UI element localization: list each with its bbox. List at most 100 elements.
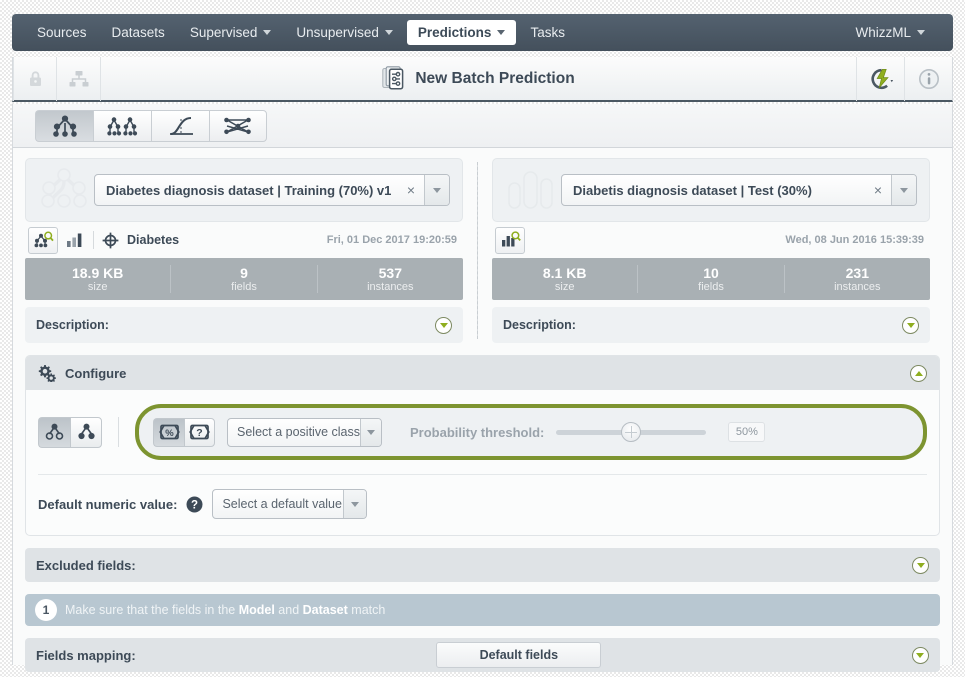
- model-description-label: Description:: [36, 318, 109, 332]
- excluded-fields-row[interactable]: Excluded fields:: [25, 548, 940, 582]
- stat-value: 231: [845, 264, 869, 281]
- notice-middle: and: [274, 603, 303, 617]
- dataset-preview-button[interactable]: [495, 226, 525, 254]
- dataset-select-row: Diabetis diagnosis dataset | Test (30%) …: [492, 158, 930, 222]
- clear-dataset-icon[interactable]: ×: [865, 175, 891, 205]
- chevron-down-icon: [351, 501, 360, 507]
- dataset-dropdown-arrow[interactable]: [891, 175, 916, 205]
- probability-threshold-value: 50%: [728, 422, 766, 442]
- tab-logistic-regression[interactable]: [151, 109, 209, 142]
- model-panel: Diabetes diagnosis dataset | Training (7…: [25, 158, 463, 343]
- dataset-selected-name: Diabetis diagnosis dataset | Test (30%): [573, 182, 812, 198]
- chevron-down-icon: [900, 187, 908, 193]
- nav-item-predictions[interactable]: Predictions: [406, 20, 517, 45]
- nav-item-sources[interactable]: Sources: [26, 20, 98, 45]
- positive-class-select[interactable]: Select a positive class: [227, 417, 382, 447]
- panel-divider: [477, 162, 478, 339]
- clear-model-icon[interactable]: ×: [398, 175, 424, 205]
- default-numeric-value-label: Default numeric value:: [38, 496, 178, 512]
- confidence-toggle[interactable]: ?: [184, 417, 215, 447]
- dataset-description-label: Description:: [503, 318, 576, 332]
- probability-toggle[interactable]: %: [153, 417, 184, 447]
- tab-model[interactable]: [35, 109, 93, 142]
- chevron-down-icon: [916, 652, 925, 658]
- expand-excluded-fields-toggle[interactable]: [912, 556, 929, 574]
- default-value-dropdown-arrow[interactable]: [343, 490, 367, 518]
- model-type-tabs: [12, 104, 953, 148]
- nav-label: Sources: [37, 25, 87, 40]
- tab-ensemble[interactable]: [93, 109, 151, 142]
- share-button[interactable]: [57, 56, 101, 101]
- app-root: Sources Datasets Supervised Unsupervised…: [0, 0, 965, 677]
- dataset-description-row[interactable]: Description:: [492, 307, 930, 343]
- chevron-down-icon: [384, 30, 393, 35]
- svg-text:?: ?: [191, 499, 198, 511]
- collapse-configure-toggle[interactable]: [910, 364, 927, 382]
- stat-value: 9: [240, 264, 248, 281]
- stat-label: instances: [834, 280, 881, 293]
- notice-suffix: match: [347, 603, 386, 617]
- single-prediction-toggle[interactable]: [38, 416, 70, 448]
- gears-icon: [38, 365, 56, 382]
- single-node-icon: [45, 423, 64, 440]
- tab-deepnet[interactable]: [209, 109, 267, 142]
- question-brace-icon: ?: [189, 424, 210, 440]
- dataset-stats-bar: 8.1 KB size 10 fields 231 instances: [492, 258, 930, 300]
- metric-toggle-group: % ?: [153, 417, 215, 447]
- nav-item-whizzml[interactable]: WhizzML: [844, 20, 936, 45]
- model-description-row[interactable]: Description:: [25, 307, 463, 343]
- nav-label: Predictions: [417, 25, 492, 40]
- page-title: New Batch Prediction: [415, 69, 575, 87]
- slider-knob[interactable]: [621, 422, 642, 442]
- nav-item-tasks[interactable]: Tasks: [519, 20, 576, 45]
- expand-description-toggle[interactable]: [902, 316, 919, 334]
- divider: [118, 417, 119, 447]
- all-predictions-toggle[interactable]: [70, 416, 102, 448]
- bar-chart-watermark: [505, 165, 561, 216]
- help-question-icon[interactable]: ?: [186, 496, 203, 513]
- actions-menu-button[interactable]: [856, 56, 904, 101]
- info-button[interactable]: [904, 56, 952, 101]
- fields-mapping-row[interactable]: Fields mapping: Default fields: [25, 638, 940, 672]
- nav-label: WhizzML: [855, 25, 911, 40]
- nav-item-datasets[interactable]: Datasets: [101, 20, 176, 45]
- resource-panels: Diabetes diagnosis dataset | Training (7…: [25, 158, 940, 343]
- stat-size: 8.1 KB size: [492, 264, 639, 294]
- lock-icon: [29, 70, 41, 86]
- positive-class-dropdown-arrow[interactable]: [359, 418, 381, 446]
- probability-threshold-slider[interactable]: [556, 422, 707, 442]
- privacy-lock-button[interactable]: [13, 56, 57, 101]
- stat-fields: 10 fields: [638, 264, 785, 294]
- fields-match-notice: 1 Make sure that the fields in the Model…: [25, 594, 940, 626]
- dataset-created-date: Wed, 08 Jun 2016 15:39:39: [785, 234, 924, 246]
- model-selector[interactable]: Diabetes diagnosis dataset | Training (7…: [94, 174, 450, 206]
- expand-fields-mapping-toggle[interactable]: [911, 646, 929, 664]
- stat-value: 18.9 KB: [71, 264, 124, 281]
- default-numeric-value-row: Default numeric value: ? Select a defaul…: [38, 475, 927, 525]
- lightning-actions-icon: [870, 68, 893, 89]
- stat-value: 8.1 KB: [542, 264, 587, 281]
- dataset-selector[interactable]: Diabetis diagnosis dataset | Test (30%) …: [561, 174, 917, 206]
- output-type-toggle-group: [38, 416, 102, 448]
- nav-item-supervised[interactable]: Supervised: [179, 20, 283, 45]
- model-preview-button[interactable]: [28, 226, 58, 254]
- nav-label: Tasks: [530, 25, 565, 40]
- expand-description-toggle[interactable]: [435, 316, 452, 334]
- stat-fields: 9 fields: [171, 264, 318, 294]
- stat-value: 537: [378, 264, 402, 281]
- nav-item-unsupervised[interactable]: Unsupervised: [285, 20, 404, 45]
- stat-label: size: [554, 280, 575, 293]
- model-select-row: Diabetes diagnosis dataset | Training (7…: [25, 158, 463, 222]
- configure-section: Configure % ? Select a positive class Pr…: [25, 355, 940, 536]
- dataset-search-icon: [501, 231, 521, 247]
- model-dropdown-arrow[interactable]: [424, 175, 449, 205]
- notice-dataset-word: Dataset: [302, 603, 348, 617]
- decision-tree-watermark: [38, 165, 94, 216]
- notice-step-number: 1: [35, 599, 57, 621]
- excluded-fields-label: Excluded fields:: [36, 557, 136, 573]
- default-value-select[interactable]: Select a default value: [212, 489, 368, 519]
- fields-mapping-label: Fields mapping:: [36, 647, 136, 663]
- filled-node-icon: [77, 423, 95, 440]
- default-fields-button[interactable]: Default fields: [436, 642, 602, 668]
- nav-label: Unsupervised: [296, 25, 379, 40]
